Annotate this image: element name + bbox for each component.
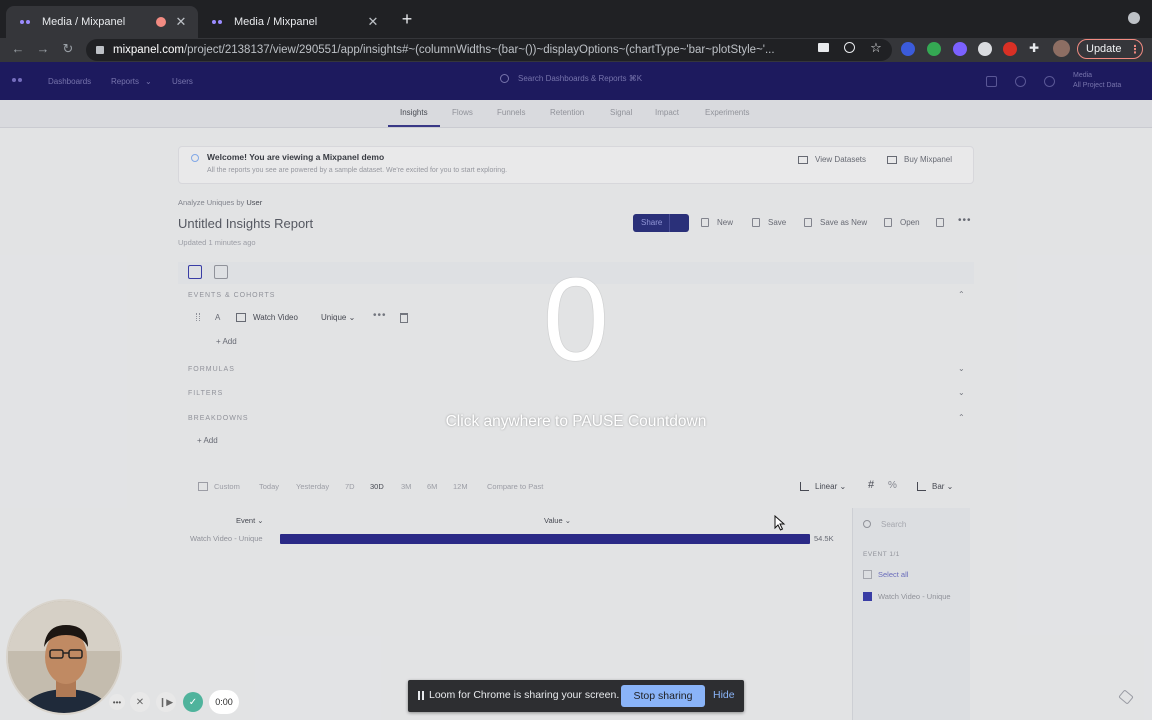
screen-sharing-bar: Loom for Chrome is sharing your screen. … xyxy=(408,680,744,712)
zoom-icon[interactable] xyxy=(844,42,855,53)
loom-timer: 0:00 xyxy=(209,690,239,714)
countdown-number: 0 xyxy=(543,254,609,386)
webcam-bubble[interactable] xyxy=(6,599,122,715)
bookmark-star-icon[interactable]: ☆ xyxy=(869,41,883,56)
countdown-hint: Click anywhere to PAUSE Countdown xyxy=(445,413,707,430)
extension-icon[interactable] xyxy=(978,42,992,56)
extension-icon[interactable] xyxy=(927,42,941,56)
mixpanel-favicon-icon xyxy=(212,19,226,25)
pause-icon xyxy=(418,691,424,700)
sharing-message: Loom for Chrome is sharing your screen. xyxy=(429,689,620,701)
tab-title: Media / Mixpanel xyxy=(234,16,318,28)
extension-icon[interactable] xyxy=(901,42,915,56)
forward-icon[interactable]: → xyxy=(35,41,51,56)
tab-title: Media / Mixpanel xyxy=(42,16,126,28)
extension-icon[interactable] xyxy=(1003,42,1017,56)
loom-more-icon[interactable]: ••• xyxy=(109,694,125,710)
loom-pause-icon[interactable]: ❙▶ xyxy=(156,692,176,712)
puzzle-icon[interactable]: ✚ xyxy=(1029,42,1043,56)
lock-icon xyxy=(96,46,104,54)
recording-icon xyxy=(156,17,166,27)
extension-icon[interactable] xyxy=(953,42,967,56)
tab-search-icon[interactable] xyxy=(1128,12,1140,24)
loom-cancel-icon[interactable]: ✕ xyxy=(130,692,150,712)
avatar[interactable] xyxy=(1053,40,1070,57)
reload-icon[interactable]: ↻ xyxy=(60,41,76,57)
back-icon[interactable]: ← xyxy=(10,41,26,56)
close-tab-icon[interactable]: ✕ xyxy=(174,14,188,30)
update-label: Update xyxy=(1086,43,1122,55)
close-tab-icon[interactable]: ✕ xyxy=(366,14,380,30)
loom-finish-icon[interactable]: ✓ xyxy=(183,692,203,712)
camera-icon[interactable] xyxy=(818,43,829,52)
stop-sharing-button[interactable]: Stop sharing xyxy=(621,685,705,707)
new-tab-button[interactable]: + xyxy=(399,10,415,28)
browser-tab-strip: Media / Mixpanel ✕ Media / Mixpanel ✕ + xyxy=(0,0,1152,38)
browser-tab[interactable]: Media / Mixpanel ✕ xyxy=(198,6,390,38)
browser-tab-active[interactable]: Media / Mixpanel ✕ xyxy=(6,6,198,38)
hide-button[interactable]: Hide xyxy=(713,689,735,701)
menu-dots-icon: ⋮ xyxy=(1129,43,1141,56)
update-button[interactable]: Update ⋮ xyxy=(1077,39,1143,59)
countdown-overlay[interactable] xyxy=(0,62,1152,720)
url-path: /project/2138137/view/290551/app/insight… xyxy=(183,44,775,56)
webcam-person-icon xyxy=(8,601,120,713)
mixpanel-favicon-icon xyxy=(20,19,34,25)
url-host: mixpanel.com xyxy=(113,44,184,56)
mouse-cursor-icon xyxy=(774,515,786,531)
address-bar[interactable]: mixpanel.com/project/2138137/view/290551… xyxy=(86,39,892,61)
